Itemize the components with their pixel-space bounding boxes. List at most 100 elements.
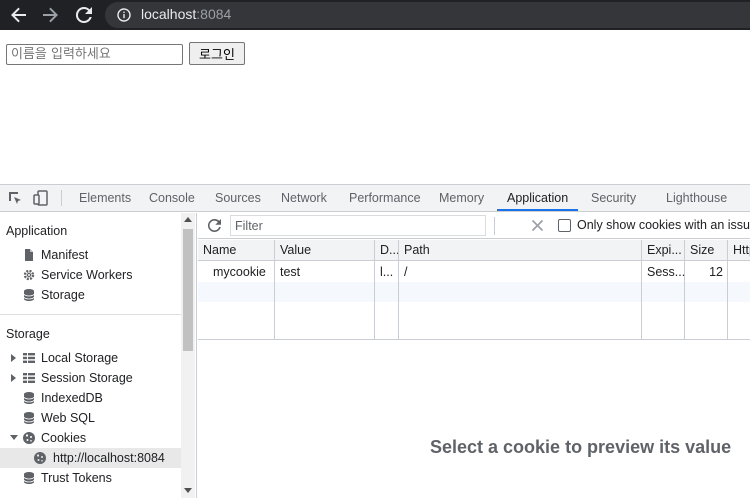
devtools-panel: Elements Console Sources Network Perform… xyxy=(0,184,750,498)
database-icon xyxy=(23,392,35,404)
column-header-name[interactable]: Name xyxy=(198,240,275,261)
expand-arrow-icon[interactable] xyxy=(11,374,16,382)
column-divider xyxy=(641,261,642,339)
reload-button[interactable] xyxy=(72,4,96,26)
sidebar-item-label: Local Storage xyxy=(41,351,119,365)
column-divider xyxy=(398,261,399,339)
sidebar-item-indexeddb[interactable]: IndexedDB xyxy=(0,388,181,408)
tab-memory[interactable]: Memory xyxy=(439,185,484,211)
sidebar-item-storage[interactable]: Storage xyxy=(0,285,181,305)
arrow-left-icon xyxy=(11,7,26,23)
scroll-up-icon[interactable] xyxy=(184,217,192,222)
database-icon xyxy=(23,412,35,424)
cookie-preview-message: Select a cookie to preview its value xyxy=(430,437,732,457)
column-divider xyxy=(374,261,375,339)
only-issues-label[interactable]: Only show cookies with an issue xyxy=(577,218,750,232)
cookie-icon xyxy=(23,432,35,444)
forward-button[interactable] xyxy=(38,4,62,26)
cell-expires: Sess... xyxy=(642,262,685,282)
column-header-value[interactable]: Value xyxy=(275,240,375,261)
cell-path: / xyxy=(399,262,642,282)
tab-security[interactable]: Security xyxy=(591,185,636,211)
column-header-httponly[interactable]: Http xyxy=(728,240,750,261)
inspect-element-icon[interactable] xyxy=(7,190,23,206)
file-icon xyxy=(25,249,33,261)
application-sidebar: Application Manifest Service Workers Sto… xyxy=(0,213,197,498)
sidebar-item-label: Storage xyxy=(41,288,85,302)
page-content: 로그인 xyxy=(0,30,750,184)
sidebar-item-label: IndexedDB xyxy=(41,391,103,405)
cookies-panel: Only show cookies with an issue Name Val… xyxy=(198,213,750,498)
tab-lighthouse[interactable]: Lighthouse xyxy=(666,185,727,211)
info-icon[interactable] xyxy=(117,8,131,22)
sidebar-item-label: http://localhost:8084 xyxy=(53,451,165,465)
browser-toolbar: localhost:8084 xyxy=(0,0,750,30)
gear-icon xyxy=(23,269,35,281)
sidebar-item-web-sql[interactable]: Web SQL xyxy=(0,408,181,428)
sidebar-section-application: Application xyxy=(6,224,68,238)
collapse-arrow-icon[interactable] xyxy=(10,435,18,440)
back-button[interactable] xyxy=(7,4,31,26)
login-button[interactable]: 로그인 xyxy=(189,42,245,65)
tab-elements[interactable]: Elements xyxy=(79,185,131,211)
cell-name: mycookie xyxy=(198,262,275,282)
cell-domain: l... xyxy=(375,262,399,282)
cookies-table: Name Value D... Path Expi... Size Http m… xyxy=(198,240,750,340)
sidebar-item-label: Manifest xyxy=(41,248,89,262)
database-icon xyxy=(23,289,35,301)
tab-performance[interactable]: Performance xyxy=(349,185,421,211)
sidebar-item-label: Cookies xyxy=(41,431,87,445)
tabbar-separator xyxy=(61,190,62,206)
only-issues-checkbox[interactable] xyxy=(558,219,571,232)
clear-icon[interactable] xyxy=(531,219,544,232)
sidebar-item-service-workers[interactable]: Service Workers xyxy=(0,265,181,285)
column-divider xyxy=(274,261,275,339)
toolbar-separator xyxy=(494,217,495,235)
grid-icon xyxy=(23,373,35,383)
sidebar-item-manifest[interactable]: Manifest xyxy=(0,245,181,265)
column-header-domain[interactable]: D... xyxy=(375,240,399,261)
sidebar-item-local-storage[interactable]: Local Storage xyxy=(0,348,181,368)
sidebar-item-label: Service Workers xyxy=(41,268,133,282)
tab-sources[interactable]: Sources xyxy=(215,185,261,211)
devtools-tabbar: Elements Console Sources Network Perform… xyxy=(0,185,750,212)
column-header-expires[interactable]: Expi... xyxy=(642,240,685,261)
address-bar[interactable]: localhost:8084 xyxy=(105,2,750,28)
table-row-empty xyxy=(198,282,750,302)
sidebar-item-cookie-origin[interactable]: http://localhost:8084 xyxy=(0,448,181,468)
cell-size: 12 xyxy=(685,262,728,282)
url-text: localhost:8084 xyxy=(141,6,231,22)
sidebar-item-label: Trust Tokens xyxy=(41,471,112,485)
reload-icon xyxy=(75,6,92,23)
url-host: localhost xyxy=(141,6,197,22)
column-header-path[interactable]: Path xyxy=(399,240,642,261)
table-row[interactable]: mycookie test l... / Sess... 12 xyxy=(198,262,750,282)
column-divider xyxy=(727,261,728,339)
sidebar-item-trust-tokens[interactable]: Trust Tokens xyxy=(0,468,181,488)
table-header: Name Value D... Path Expi... Size Http xyxy=(198,240,750,261)
expand-arrow-icon[interactable] xyxy=(11,354,16,362)
tab-network[interactable]: Network xyxy=(281,185,327,211)
scrollbar-thumb[interactable] xyxy=(183,229,193,351)
refresh-icon[interactable] xyxy=(207,218,222,233)
sidebar-item-cookies[interactable]: Cookies xyxy=(0,428,181,448)
column-divider xyxy=(684,261,685,339)
cookie-icon xyxy=(34,452,46,464)
tab-application[interactable]: Application xyxy=(497,185,579,211)
sidebar-section-storage: Storage xyxy=(6,327,50,341)
name-input[interactable] xyxy=(6,44,183,65)
scroll-down-icon[interactable] xyxy=(184,488,192,493)
cookies-toolbar: Only show cookies with an issue xyxy=(198,213,750,239)
sidebar-item-label: Web SQL xyxy=(41,411,95,425)
sidebar-scrollbar[interactable] xyxy=(181,213,195,498)
grid-icon xyxy=(23,353,35,363)
column-header-size[interactable]: Size xyxy=(685,240,728,261)
sidebar-item-label: Session Storage xyxy=(41,371,133,385)
device-toolbar-icon[interactable] xyxy=(33,190,49,206)
tab-console[interactable]: Console xyxy=(149,185,195,211)
sidebar-divider xyxy=(0,314,181,315)
cell-value: test xyxy=(275,262,375,282)
arrow-right-icon xyxy=(43,7,58,23)
filter-input[interactable] xyxy=(230,215,486,236)
sidebar-item-session-storage[interactable]: Session Storage xyxy=(0,368,181,388)
